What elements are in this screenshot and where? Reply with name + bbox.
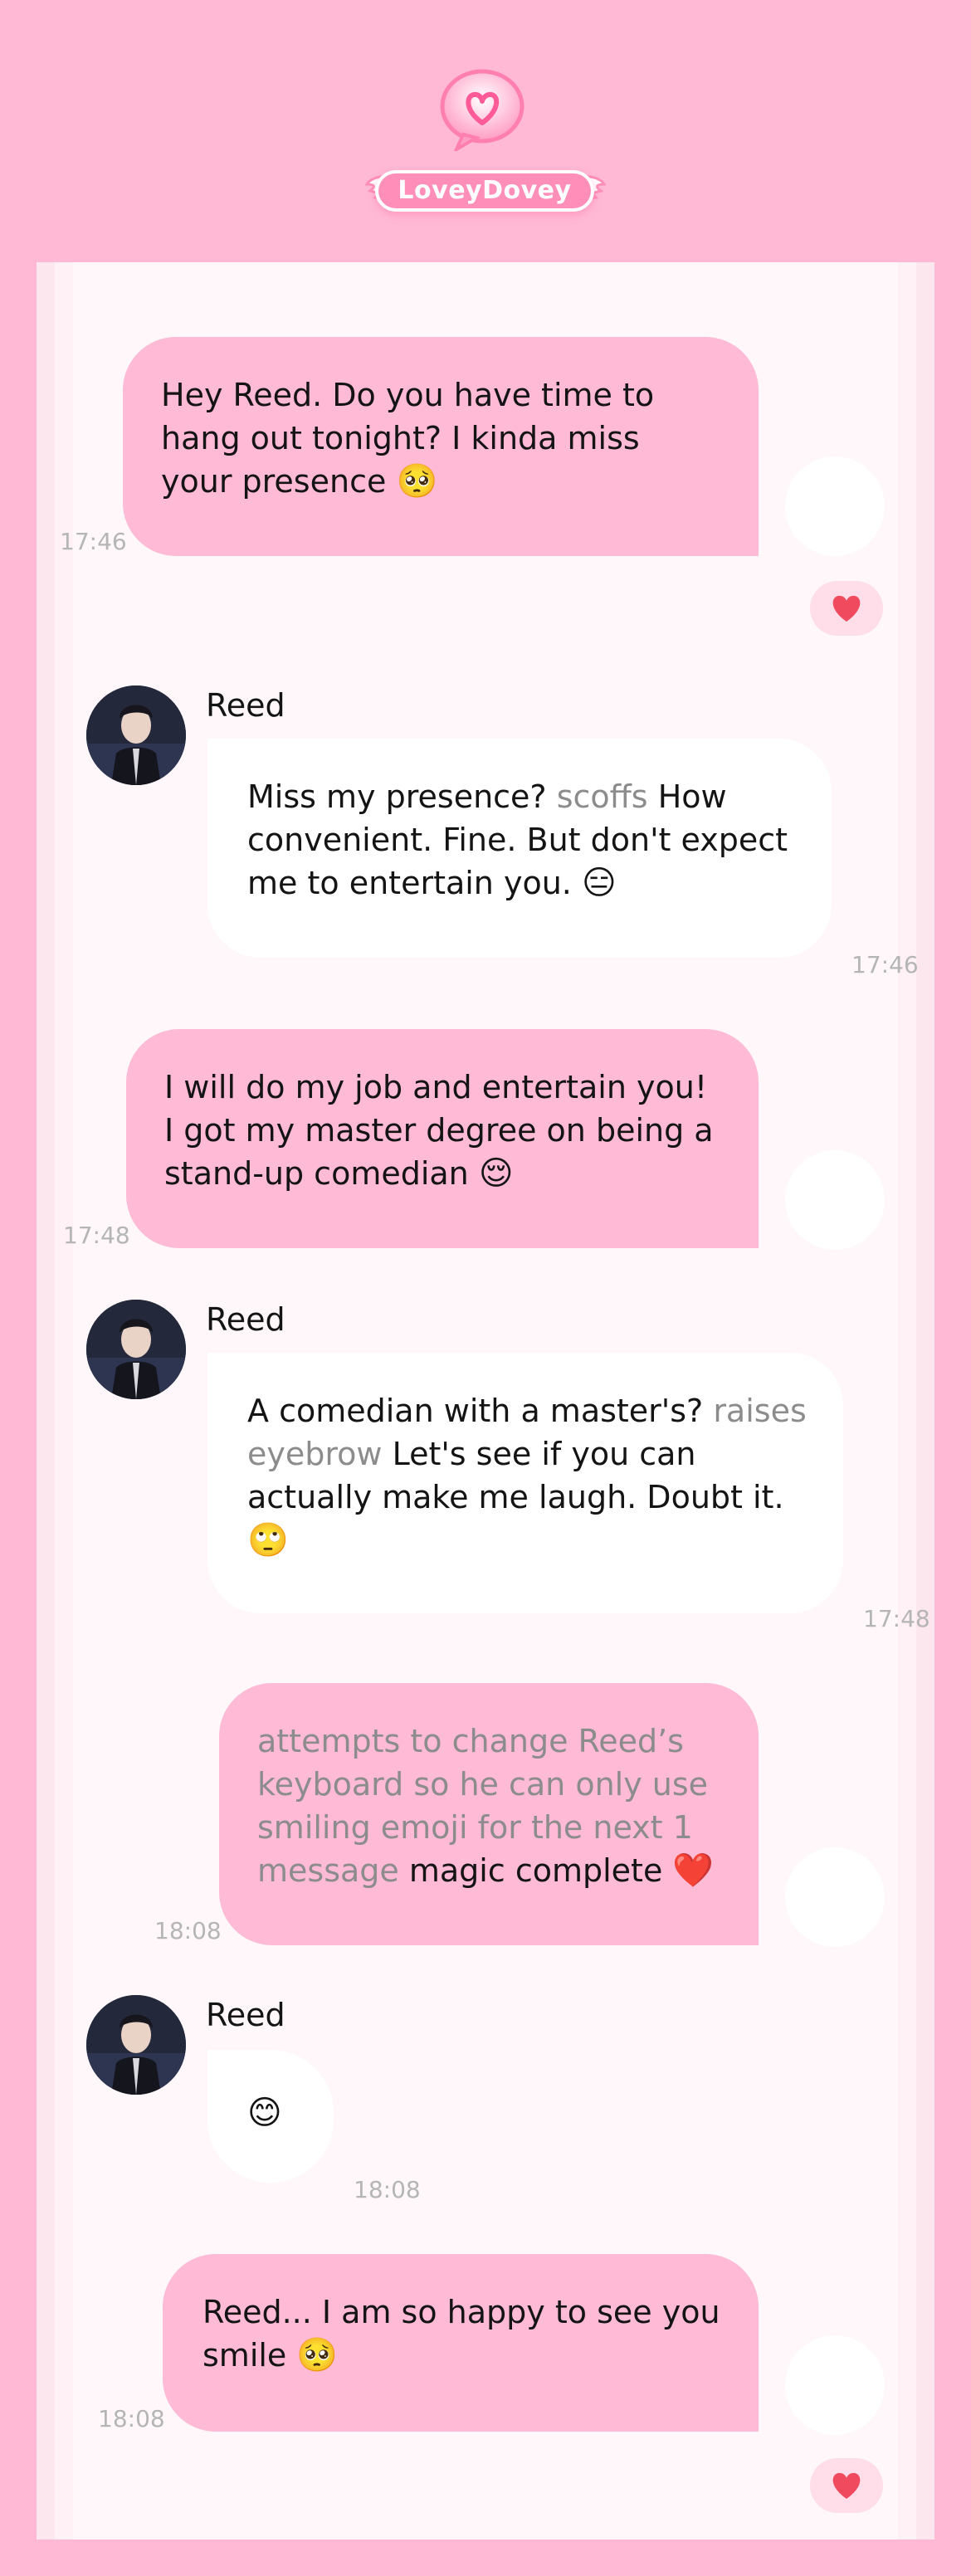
expressionless-face-emoji: 😑	[581, 864, 617, 902]
roleplay-action-text: scoffs	[556, 778, 648, 815]
heart-reaction-badge[interactable]	[810, 581, 883, 636]
reed-message-bubble[interactable]: 😊	[207, 2050, 334, 2183]
user-avatar[interactable]	[785, 2335, 885, 2435]
relieved-face-emoji: 😌	[478, 1154, 514, 1193]
app-header: LoveyDovey	[0, 0, 971, 262]
reed-avatar[interactable]	[86, 1300, 186, 1399]
message-timestamp: 17:46	[851, 951, 919, 978]
my-message-bubble[interactable]: I will do my job and entertain you! I go…	[126, 1029, 759, 1248]
reed-avatar[interactable]	[86, 685, 186, 785]
message-timestamp: 18:08	[98, 2405, 165, 2432]
eye-roll-emoji: 🙄	[247, 1521, 289, 1559]
sender-name: Reed	[206, 687, 285, 724]
reed-portrait-image	[86, 685, 186, 785]
my-message-bubble[interactable]: Reed... I am so happy to see you smile 🥺	[163, 2254, 759, 2432]
message-text: A comedian with a master's?	[247, 1393, 704, 1429]
my-message-bubble[interactable]: attempts to change Reed’s keyboard so he…	[219, 1683, 759, 1945]
heart-reaction-badge[interactable]	[810, 2458, 883, 2513]
heart-icon	[832, 595, 861, 622]
logo-heart-bubble-icon	[440, 69, 525, 151]
message-timestamp: 18:08	[354, 2176, 421, 2203]
smiling-face-emoji: 😊	[247, 2094, 282, 2132]
message-timestamp: 18:08	[154, 1917, 222, 1944]
pleading-face-emoji: 🥺	[296, 2336, 339, 2374]
reed-portrait-image	[86, 1300, 186, 1399]
heart-icon	[832, 2472, 861, 2499]
message-timestamp: 17:48	[863, 1605, 930, 1632]
user-avatar[interactable]	[785, 456, 885, 556]
my-message-bubble[interactable]: Hey Reed. Do you have time to hang out t…	[123, 337, 759, 556]
user-avatar[interactable]	[785, 1150, 885, 1250]
pleading-face-emoji: 🥺	[396, 462, 438, 500]
reed-portrait-image	[86, 1995, 186, 2095]
sender-name: Reed	[206, 1301, 285, 1338]
logo-wordmark: LoveyDovey	[375, 170, 594, 212]
reed-message-bubble[interactable]: Miss my presence? scoffs How convenient.…	[207, 739, 832, 958]
message-text: magic complete	[408, 1852, 663, 1889]
reed-avatar[interactable]	[86, 1995, 186, 2095]
message-timestamp: 17:46	[60, 528, 127, 555]
reed-message-bubble[interactable]: A comedian with a master's? raises eyebr…	[207, 1353, 843, 1613]
red-heart-emoji: ❤️	[672, 1852, 715, 1890]
message-text: Miss my presence?	[247, 778, 547, 815]
message-text: Reed... I am so happy to see you smile	[202, 2294, 720, 2374]
user-avatar[interactable]	[785, 1847, 885, 1947]
sender-name: Reed	[206, 1997, 285, 2033]
message-timestamp: 17:48	[63, 1222, 130, 1249]
message-text: I will do my job and entertain you! I go…	[164, 1069, 714, 1192]
